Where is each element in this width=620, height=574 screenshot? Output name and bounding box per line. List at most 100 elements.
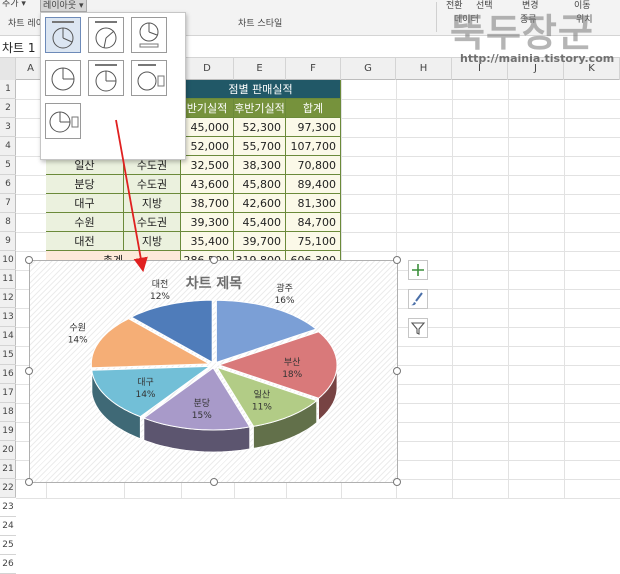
row-header[interactable]: 7 bbox=[0, 194, 16, 213]
resize-handle[interactable] bbox=[25, 367, 33, 375]
row-header[interactable]: 14 bbox=[0, 327, 16, 346]
column-header[interactable]: D bbox=[181, 58, 234, 80]
row-header[interactable]: 11 bbox=[0, 270, 16, 289]
layout-option-5[interactable] bbox=[88, 60, 124, 96]
layout-option-1[interactable] bbox=[45, 17, 81, 53]
table-cell-h1[interactable]: 52,000 bbox=[181, 137, 234, 156]
table-cell-h2[interactable]: 55,700 bbox=[234, 137, 286, 156]
layout-option-7[interactable] bbox=[45, 103, 81, 139]
pie-chart[interactable]: 차트 제목 광주 16% 부산 18% 일산 11% 분당 15% 대구 14% 수원 14% 대전 12… bbox=[29, 260, 398, 483]
annotation-arrow bbox=[100, 110, 160, 280]
pie-category-label[interactable]: 일산 bbox=[254, 390, 271, 401]
pie-category-label[interactable]: 대전 bbox=[152, 279, 169, 290]
row-header[interactable]: 8 bbox=[0, 213, 16, 232]
table-cell-h2[interactable]: 38,300 bbox=[234, 156, 286, 175]
row-header[interactable]: 20 bbox=[0, 441, 16, 460]
pie-percent-label[interactable]: 14% bbox=[68, 336, 88, 346]
row-header[interactable]: 9 bbox=[0, 232, 16, 251]
row-header[interactable]: 17 bbox=[0, 384, 16, 403]
column-header[interactable]: G bbox=[341, 58, 396, 80]
row-header[interactable]: 15 bbox=[0, 346, 16, 365]
row-header[interactable]: 1 bbox=[0, 80, 16, 99]
table-cell-total[interactable]: 89,400 bbox=[286, 175, 341, 194]
pie-layout-icon bbox=[89, 61, 123, 95]
pie-category-label[interactable]: 분당 bbox=[194, 398, 211, 409]
table-cell-h1[interactable]: 32,500 bbox=[181, 156, 234, 175]
resize-handle[interactable] bbox=[210, 256, 218, 264]
table-cell-total[interactable]: 97,300 bbox=[286, 118, 341, 137]
pie-category-label[interactable]: 부산 bbox=[284, 357, 301, 368]
layout-option-6[interactable] bbox=[131, 60, 167, 96]
pie-percent-label[interactable]: 18% bbox=[282, 370, 302, 380]
row-headers: 1234567891011121314151617181920212223242… bbox=[0, 80, 16, 498]
table-cell-total[interactable]: 70,800 bbox=[286, 156, 341, 175]
column-header[interactable]: H bbox=[396, 58, 452, 80]
header-cell[interactable]: 합계 bbox=[286, 99, 341, 118]
pie-percent-label[interactable]: 16% bbox=[275, 296, 295, 306]
row-header[interactable]: 2 bbox=[0, 99, 16, 118]
table-cell-h1[interactable]: 39,300 bbox=[181, 213, 234, 232]
layout-option-2[interactable] bbox=[88, 17, 124, 53]
column-header[interactable]: F bbox=[286, 58, 341, 80]
layout-option-3[interactable] bbox=[131, 17, 167, 53]
table-cell-h2[interactable]: 39,700 bbox=[234, 232, 286, 251]
pie-category-label[interactable]: 광주 bbox=[276, 282, 293, 294]
row-header[interactable]: 25 bbox=[0, 536, 16, 555]
column-header[interactable]: E bbox=[234, 58, 286, 80]
row-header[interactable]: 19 bbox=[0, 422, 16, 441]
table-cell-h1[interactable]: 43,600 bbox=[181, 175, 234, 194]
resize-handle[interactable] bbox=[393, 478, 401, 486]
name-box[interactable]: 차트 1 bbox=[2, 39, 36, 56]
table-cell-h2[interactable]: 52,300 bbox=[234, 118, 286, 137]
row-header[interactable]: 23 bbox=[0, 498, 16, 517]
row-header[interactable]: 22 bbox=[0, 479, 16, 498]
row-header[interactable]: 16 bbox=[0, 365, 16, 384]
table-cell-total[interactable]: 107,700 bbox=[286, 137, 341, 156]
row-header[interactable]: 10 bbox=[0, 251, 16, 270]
resize-handle[interactable] bbox=[393, 256, 401, 264]
pie-percent-label[interactable]: 11% bbox=[252, 403, 272, 413]
table-cell-h1[interactable]: 35,400 bbox=[181, 232, 234, 251]
table-cell-h1[interactable]: 45,000 bbox=[181, 118, 234, 137]
add-chart-element-button[interactable]: 추가 ▾ bbox=[2, 0, 26, 9]
resize-handle[interactable] bbox=[25, 256, 33, 264]
pie-percent-label[interactable]: 15% bbox=[192, 411, 212, 421]
table-cell-h1[interactable]: 38,700 bbox=[181, 194, 234, 213]
row-header[interactable]: 26 bbox=[0, 555, 16, 574]
resize-handle[interactable] bbox=[393, 367, 401, 375]
chart-elements-button[interactable] bbox=[408, 260, 428, 280]
row-header[interactable]: 18 bbox=[0, 403, 16, 422]
resize-handle[interactable] bbox=[210, 478, 218, 486]
table-cell-h2[interactable]: 42,600 bbox=[234, 194, 286, 213]
table-cell-h2[interactable]: 45,400 bbox=[234, 213, 286, 232]
table-cell-total[interactable]: 81,300 bbox=[286, 194, 341, 213]
chart-title[interactable]: 차트 제목 bbox=[186, 276, 243, 292]
table-cell-total[interactable]: 75,100 bbox=[286, 232, 341, 251]
table-cell-h2[interactable]: 45,800 bbox=[234, 175, 286, 194]
row-header[interactable]: 21 bbox=[0, 460, 16, 479]
row-header[interactable]: 6 bbox=[0, 175, 16, 194]
quick-layout-button[interactable]: 레이아웃 ▾ bbox=[40, 0, 87, 12]
table-cell-total[interactable]: 84,700 bbox=[286, 213, 341, 232]
pie-percent-label[interactable]: 12% bbox=[150, 292, 170, 302]
pie-category-label[interactable]: 수원 bbox=[69, 323, 86, 334]
select-all-corner[interactable] bbox=[0, 58, 16, 80]
row-header[interactable]: 3 bbox=[0, 118, 16, 137]
chart-filters-button[interactable] bbox=[408, 318, 428, 338]
table-title[interactable]: 점별 판매실적 bbox=[181, 80, 341, 99]
chart-styles-button[interactable] bbox=[408, 289, 428, 309]
row-header[interactable]: 4 bbox=[0, 137, 16, 156]
row-header[interactable]: 24 bbox=[0, 517, 16, 536]
pie-layout-icon bbox=[46, 104, 80, 138]
pie-percent-label[interactable]: 14% bbox=[135, 390, 155, 400]
pie-category-label[interactable]: 대구 bbox=[137, 377, 154, 388]
row-header[interactable]: 13 bbox=[0, 308, 16, 327]
resize-handle[interactable] bbox=[25, 478, 33, 486]
layout-option-4[interactable] bbox=[45, 60, 81, 96]
grid-column-line bbox=[508, 80, 509, 498]
header-cell[interactable]: 반기실적 bbox=[181, 99, 234, 118]
chart-canvas: 차트 제목 광주 16% 부산 18% 일산 11% 분당 15% 대구 14% 수원 14% 대전 12… bbox=[30, 261, 399, 484]
row-header[interactable]: 5 bbox=[0, 156, 16, 175]
header-cell[interactable]: 후반기실적 bbox=[234, 99, 286, 118]
row-header[interactable]: 12 bbox=[0, 289, 16, 308]
